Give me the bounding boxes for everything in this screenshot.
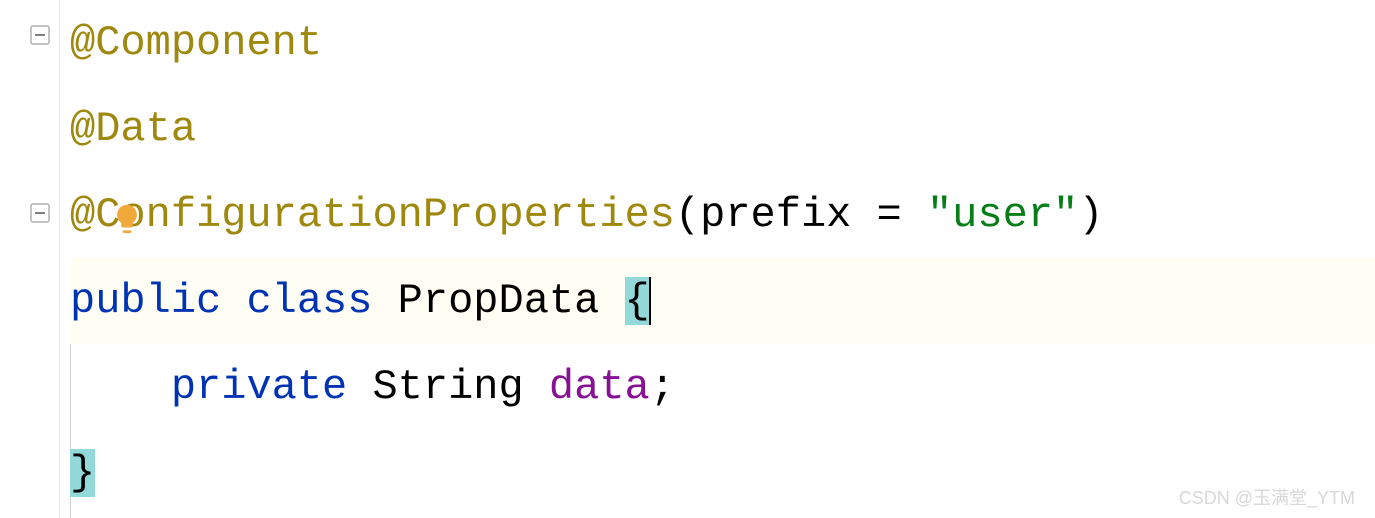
- code-line-active[interactable]: public class PropData {: [70, 258, 1375, 344]
- semicolon: ;: [650, 363, 675, 411]
- annotation: @Component: [70, 19, 322, 67]
- brace-close: }: [70, 449, 95, 497]
- annotation: @ConfigurationProperties: [70, 191, 675, 239]
- annotation: @Data: [70, 105, 196, 153]
- paren-open: (: [675, 191, 700, 239]
- text-cursor: [649, 277, 651, 325]
- code-line[interactable]: private String data;: [70, 344, 1375, 430]
- class-name: PropData: [398, 277, 625, 325]
- code-editor[interactable]: @Component @Data @ConfigurationPropertie…: [0, 0, 1375, 518]
- indent: [70, 363, 171, 411]
- watermark-text: CSDN @玉满堂_YTM: [1179, 484, 1355, 510]
- code-line[interactable]: @Data: [70, 86, 1375, 172]
- keyword-class: class: [246, 277, 397, 325]
- type-name: String: [372, 363, 548, 411]
- paren-close: ): [1078, 191, 1103, 239]
- field-name: data: [549, 363, 650, 411]
- code-line[interactable]: @Component: [70, 0, 1375, 86]
- keyword-public: public: [70, 277, 246, 325]
- keyword-private: private: [171, 363, 373, 411]
- param-text: prefix =: [700, 191, 927, 239]
- editor-gutter: [0, 0, 60, 518]
- fold-minus-icon[interactable]: [28, 190, 56, 218]
- brace-open: {: [625, 277, 650, 325]
- lightbulb-icon[interactable]: [110, 201, 144, 249]
- fold-minus-icon[interactable]: [28, 12, 56, 40]
- code-line[interactable]: @ConfigurationProperties(prefix = "user"…: [70, 172, 1375, 258]
- string-literal: "user": [927, 191, 1078, 239]
- code-content[interactable]: @Component @Data @ConfigurationPropertie…: [60, 0, 1375, 518]
